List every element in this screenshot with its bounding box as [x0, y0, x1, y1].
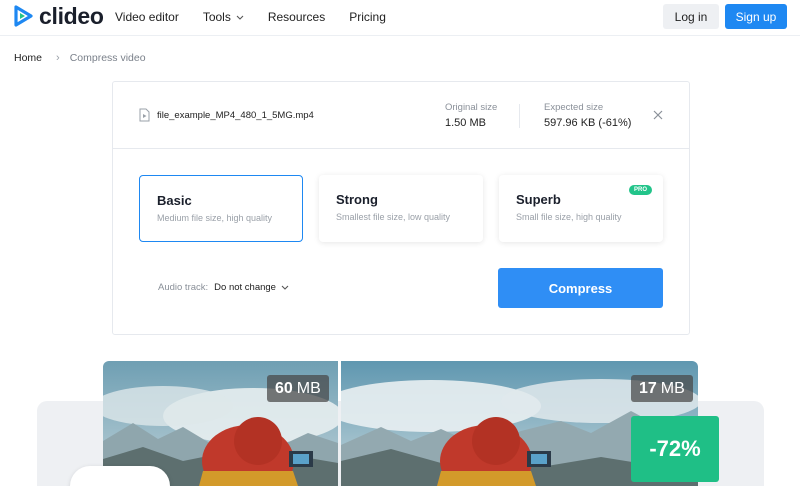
audio-track-select[interactable]: Audio track: Do not change — [158, 282, 289, 293]
original-size-badge: 60 MB — [267, 375, 329, 402]
chevron-down-icon — [236, 15, 244, 20]
expected-size-label: Expected size — [544, 102, 604, 113]
audio-track-value: Do not change — [214, 282, 276, 293]
nav-tools[interactable]: Tools — [203, 10, 244, 24]
nav-pricing[interactable]: Pricing — [349, 10, 386, 24]
original-size-value: 1.50 MB — [445, 117, 486, 129]
file-info-row: file_example_MP4_480_1_5MG.mp4 Original … — [113, 82, 689, 149]
option-basic-desc: Medium file size, high quality — [157, 213, 273, 223]
audio-track-label: Audio track: — [158, 282, 209, 293]
compressed-size-number: 17 — [639, 379, 657, 397]
option-strong[interactable]: Strong Smallest file size, low quality — [319, 175, 483, 242]
clideo-logo[interactable]: clideo — [14, 4, 104, 28]
compress-button[interactable]: Compress — [498, 268, 663, 308]
video-file-icon — [139, 108, 150, 122]
option-superb-desc: Small file size, high quality — [516, 212, 622, 222]
nav-resources[interactable]: Resources — [268, 10, 325, 24]
compressed-size-badge: 17 MB — [631, 375, 693, 402]
nav-video-editor[interactable]: Video editor — [115, 10, 179, 24]
compress-card: file_example_MP4_480_1_5MG.mp4 Original … — [112, 81, 690, 335]
logo-text: clideo — [39, 3, 104, 29]
close-icon[interactable] — [653, 110, 663, 120]
chevron-right-icon: › — [56, 52, 60, 64]
reduction-badge: -72% — [631, 416, 719, 482]
option-superb-title: Superb — [516, 192, 561, 207]
option-basic[interactable]: Basic Medium file size, high quality — [139, 175, 303, 242]
expected-size-value: 597.96 KB (-61%) — [544, 117, 632, 129]
option-superb[interactable]: Superb Small file size, high quality PRO — [499, 175, 663, 242]
original-size-unit: MB — [296, 379, 321, 397]
login-button[interactable]: Log in — [663, 4, 719, 29]
upload-pill — [70, 466, 170, 486]
option-strong-title: Strong — [336, 192, 378, 207]
top-header: clideo Video editor Tools Resources Pric… — [0, 0, 800, 36]
main-nav: Video editor Tools Resources Pricing — [115, 0, 410, 34]
option-basic-title: Basic — [157, 193, 192, 208]
original-size-number: 60 — [275, 379, 293, 397]
compressed-size-unit: MB — [660, 379, 685, 397]
chevron-down-icon — [281, 285, 289, 290]
breadcrumb-current: Compress video — [69, 52, 146, 64]
original-size-label: Original size — [445, 102, 498, 113]
stat-divider — [519, 104, 520, 128]
file-name: file_example_MP4_480_1_5MG.mp4 — [157, 110, 314, 121]
breadcrumb-home[interactable]: Home — [14, 52, 42, 64]
pro-badge: PRO — [629, 185, 652, 195]
option-strong-desc: Smallest file size, low quality — [336, 212, 451, 222]
nav-tools-label: Tools — [202, 10, 231, 24]
play-logo-icon — [14, 5, 33, 27]
breadcrumb: Home › Compress video — [14, 52, 146, 64]
signup-button[interactable]: Sign up — [725, 4, 787, 29]
